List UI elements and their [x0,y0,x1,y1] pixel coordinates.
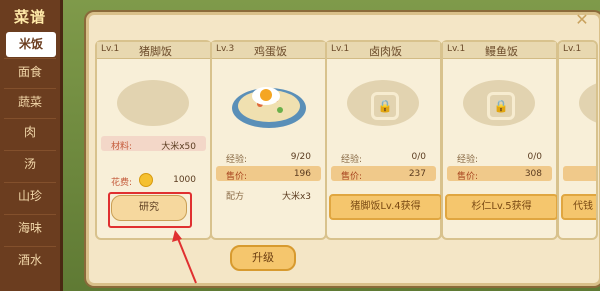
pointer-arrow-icon [172,230,197,284]
